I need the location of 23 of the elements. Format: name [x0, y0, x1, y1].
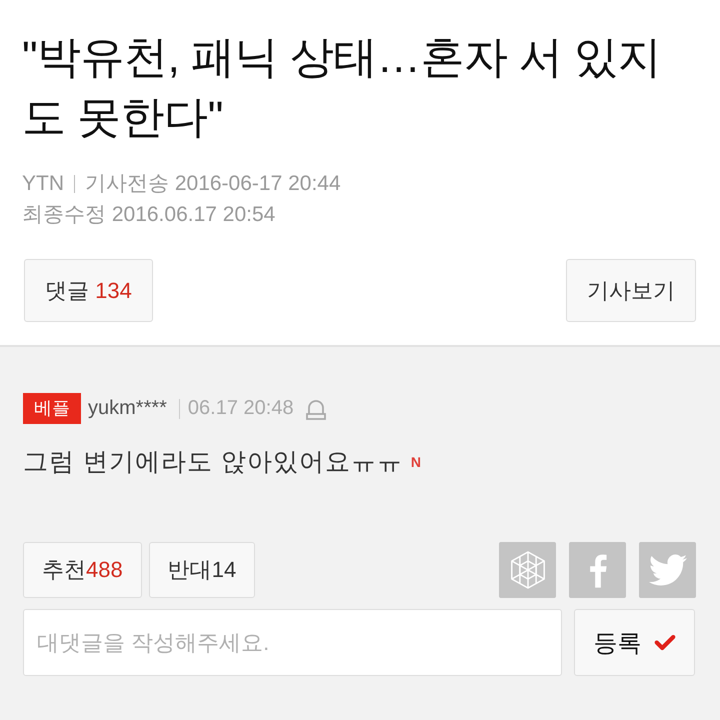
- comments-button[interactable]: 댓글 134: [24, 259, 153, 322]
- like-button[interactable]: 추천488: [23, 542, 142, 598]
- facebook-share-button[interactable]: [569, 542, 626, 598]
- hexagon-pattern-share-button[interactable]: [499, 542, 556, 598]
- check-icon: [654, 634, 676, 651]
- best-badge: 베플: [23, 393, 81, 424]
- author-name: yukm****: [88, 397, 167, 420]
- view-article-button[interactable]: 기사보기: [566, 259, 696, 322]
- sent-time: 기사전송 2016-06-17 20:44: [85, 171, 341, 197]
- twitter-share-button[interactable]: [639, 542, 696, 598]
- comment-text: 그럼 변기에라도 앉아있어요ㅠㅠ: [23, 447, 403, 478]
- dislike-button[interactable]: 반대 14: [148, 542, 256, 598]
- facebook-icon: [588, 552, 608, 588]
- comment-time: 06.17 20:48: [188, 397, 294, 420]
- modified-time: 최종수정 2016.06.17 20:54: [22, 202, 276, 228]
- hexagon-pattern-icon: [510, 550, 546, 590]
- submit-button[interactable]: 등록: [574, 609, 695, 676]
- article-title: "박유천, 패닉 상태…혼자 서 있지 도 못한다": [22, 32, 662, 144]
- source-label: YTN: [22, 171, 64, 197]
- new-mark: N: [410, 454, 422, 470]
- reply-input-field[interactable]: 대댓글을 작성해주세요.: [23, 609, 562, 676]
- siren-icon[interactable]: [306, 397, 326, 420]
- twitter-icon: [648, 554, 686, 586]
